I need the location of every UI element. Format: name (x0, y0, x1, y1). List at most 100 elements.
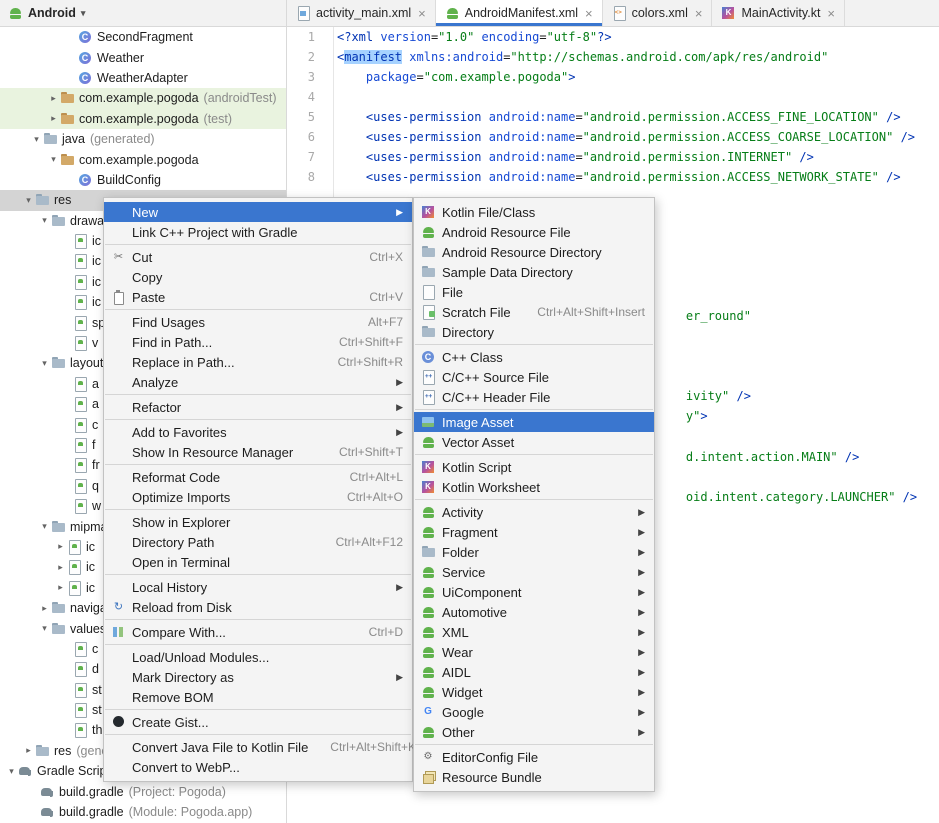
tree-expand-icon[interactable]: ▾ (22, 195, 35, 206)
tree-expand-icon[interactable]: ▾ (5, 766, 18, 777)
close-tab-icon[interactable]: × (827, 7, 835, 20)
tree-item[interactable]: build.gradle (Project: Pogoda) (0, 781, 286, 801)
menu-item[interactable]: File (414, 282, 654, 302)
tree-item[interactable]: ▸ com.example.pogoda (androidTest) (0, 88, 286, 108)
menu-item[interactable]: Scratch File Ctrl+Alt+Shift+Insert (414, 302, 654, 322)
menu-item[interactable]: Vector Asset (414, 432, 654, 452)
tree-item-label: com.example.pogoda (79, 91, 199, 105)
menu-item[interactable]: Reformat Code Ctrl+Alt+L (104, 467, 412, 487)
menu-item[interactable]: Remove BOM (104, 687, 412, 707)
tree-expand-icon[interactable]: ▸ (47, 113, 60, 124)
menu-item[interactable]: Android Resource Directory (414, 242, 654, 262)
android-icon (421, 645, 436, 659)
menu-item[interactable]: Show in Explorer (104, 512, 412, 532)
menu-item-icon (111, 535, 126, 549)
menu-item[interactable]: Cut Ctrl+X (104, 247, 412, 267)
tree-expand-icon[interactable]: ▾ (38, 215, 51, 226)
menu-item[interactable]: Other (414, 722, 654, 742)
menu-item[interactable]: Wear (414, 642, 654, 662)
tree-expand-icon[interactable]: ▾ (30, 134, 43, 145)
menu-item[interactable]: Optimize Imports Ctrl+Alt+O (104, 487, 412, 507)
editor-tab[interactable]: colors.xml × (603, 0, 713, 26)
tree-expand-icon[interactable]: ▾ (38, 623, 51, 634)
menu-item[interactable]: C/C++ Header File (414, 387, 654, 407)
menu-item[interactable]: C++ Class (414, 347, 654, 367)
tree-item[interactable]: SecondFragment (0, 27, 286, 47)
menu-item[interactable]: Open in Terminal (104, 552, 412, 572)
tree-item[interactable]: build.gradle (Module: Pogoda.app) (0, 802, 286, 822)
tree-expand-icon[interactable]: ▾ (38, 358, 51, 369)
menu-item[interactable]: Find Usages Alt+F7 (104, 312, 412, 332)
menu-item[interactable]: Analyze (104, 372, 412, 392)
menu-item[interactable]: Reload from Disk (104, 597, 412, 617)
menu-item[interactable]: Link C++ Project with Gradle (104, 222, 412, 242)
menu-item[interactable]: Show In Resource Manager Ctrl+Shift+T (104, 442, 412, 462)
menu-item[interactable]: Create Gist... (104, 712, 412, 732)
tree-item[interactable]: WeatherAdapter (0, 68, 286, 88)
menu-item[interactable]: C/C++ Source File (414, 367, 654, 387)
menu-item[interactable]: Google (414, 702, 654, 722)
kotlin-icon (721, 6, 736, 20)
tree-item[interactable]: Weather (0, 47, 286, 67)
tab-label: colors.xml (632, 6, 688, 20)
editor-tab[interactable]: MainActivity.kt × (712, 0, 845, 26)
editor-tab[interactable]: activity_main.xml × (287, 0, 436, 26)
tree-item[interactable]: ▾ java (generated) (0, 129, 286, 149)
menu-item[interactable]: Image Asset (414, 412, 654, 432)
tree-item[interactable]: ▸ com.example.pogoda (test) (0, 109, 286, 129)
tree-expand-icon[interactable]: ▾ (38, 521, 51, 532)
gradle-icon (40, 785, 55, 799)
folder-icon (51, 356, 66, 370)
menu-item[interactable]: Find in Path... Ctrl+Shift+F (104, 332, 412, 352)
menu-item[interactable]: Refactor (104, 397, 412, 417)
menu-item[interactable]: Sample Data Directory (414, 262, 654, 282)
tree-item[interactable]: ▾ com.example.pogoda (0, 149, 286, 169)
menu-item[interactable]: Resource Bundle (414, 767, 654, 787)
menu-item[interactable]: Local History (104, 577, 412, 597)
submenu-arrow-icon (616, 607, 645, 618)
menu-item[interactable]: Replace in Path... Ctrl+Shift+R (104, 352, 412, 372)
tree-expand-icon[interactable]: ▾ (47, 154, 60, 165)
tree-item[interactable]: BuildConfig (0, 170, 286, 190)
menu-item[interactable]: Automotive (414, 602, 654, 622)
menu-item[interactable]: EditorConfig File (414, 747, 654, 767)
tree-expand-icon[interactable]: ▸ (38, 603, 51, 614)
menu-item[interactable]: Load/Unload Modules... (104, 647, 412, 667)
menu-item-label: Link C++ Project with Gradle (132, 225, 297, 240)
menu-item[interactable]: Convert to WebP... (104, 757, 412, 777)
menu-item[interactable]: AIDL (414, 662, 654, 682)
menu-item[interactable]: Activity (414, 502, 654, 522)
menu-item[interactable]: Fragment (414, 522, 654, 542)
menu-item[interactable]: Service (414, 562, 654, 582)
menu-item[interactable]: Widget (414, 682, 654, 702)
menu-item[interactable]: Kotlin Worksheet (414, 477, 654, 497)
menu-item[interactable]: Folder (414, 542, 654, 562)
menu-item[interactable]: Copy (104, 267, 412, 287)
package-icon (60, 153, 75, 167)
menu-item[interactable]: Convert Java File to Kotlin File Ctrl+Al… (104, 737, 412, 757)
close-tab-icon[interactable]: × (695, 7, 703, 20)
menu-item[interactable]: Paste Ctrl+V (104, 287, 412, 307)
project-view-selector[interactable]: Android ▾ (8, 6, 85, 20)
menu-item[interactable]: Kotlin File/Class (414, 202, 654, 222)
tree-expand-icon[interactable]: ▸ (54, 582, 67, 593)
menu-item[interactable]: Directory (414, 322, 654, 342)
menu-item[interactable]: New (104, 202, 412, 222)
menu-item[interactable]: UiComponent (414, 582, 654, 602)
menu-item-icon (111, 445, 126, 459)
menu-item[interactable]: Compare With... Ctrl+D (104, 622, 412, 642)
menu-item[interactable]: XML (414, 622, 654, 642)
tree-expand-icon[interactable]: ▸ (47, 93, 60, 104)
menu-item[interactable]: Add to Favorites (104, 422, 412, 442)
tree-expand-icon[interactable]: ▸ (54, 562, 67, 573)
menu-item[interactable]: Directory Path Ctrl+Alt+F12 (104, 532, 412, 552)
close-tab-icon[interactable]: × (418, 7, 426, 20)
menu-item[interactable]: Android Resource File (414, 222, 654, 242)
folder-icon (51, 601, 66, 615)
menu-item[interactable]: Kotlin Script (414, 457, 654, 477)
editor-tab[interactable]: AndroidManifest.xml × (436, 0, 603, 26)
tree-expand-icon[interactable]: ▸ (22, 745, 35, 756)
close-tab-icon[interactable]: × (585, 7, 593, 20)
tree-expand-icon[interactable]: ▸ (54, 541, 67, 552)
menu-item[interactable]: Mark Directory as (104, 667, 412, 687)
